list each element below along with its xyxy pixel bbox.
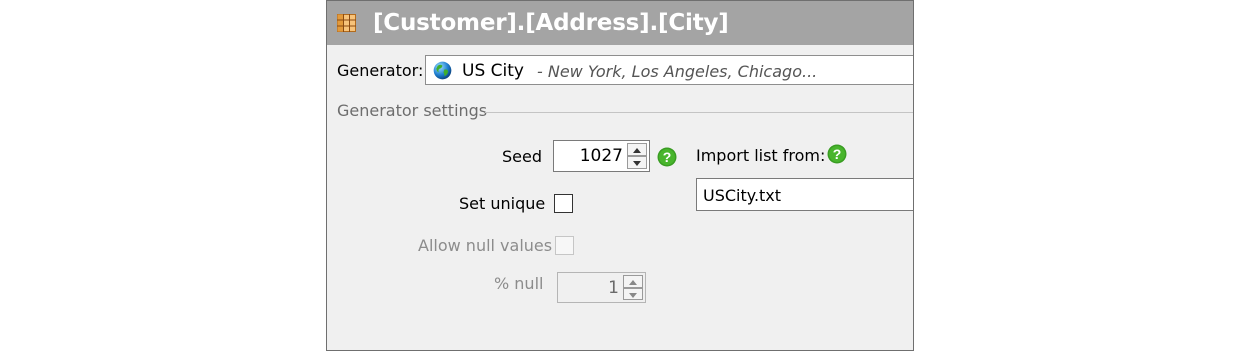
generator-name: US City: [462, 61, 524, 81]
generator-description: - New York, Los Angeles, Chicago...: [537, 62, 818, 81]
generator-label: Generator:: [337, 61, 424, 80]
import-file-value: USCity.txt: [703, 186, 782, 205]
percent-null-value: 1: [608, 278, 619, 298]
allow-null-label: Allow null values: [418, 236, 553, 255]
import-help-icon[interactable]: ?: [827, 144, 847, 164]
set-unique-checkbox[interactable]: [554, 194, 573, 213]
seed-label: Seed: [502, 147, 542, 166]
percent-null-label: % null: [494, 274, 544, 293]
allow-null-checkbox[interactable]: [555, 236, 574, 255]
import-file-field[interactable]: USCity.txt: [696, 178, 913, 211]
generator-select[interactable]: US City - New York, Los Angeles, Chicago…: [425, 55, 913, 85]
svg-text:?: ?: [663, 149, 672, 165]
seed-stepper[interactable]: 1027: [553, 140, 650, 172]
column-title: [Customer].[Address].[City]: [373, 10, 729, 36]
seed-increment-button[interactable]: [627, 143, 647, 156]
seed-help-icon[interactable]: ?: [657, 147, 677, 167]
import-list-label: Import list from:: [696, 146, 826, 165]
percent-null-stepper[interactable]: 1: [557, 272, 646, 303]
title-bar: [Customer].[Address].[City]: [327, 1, 913, 45]
percent-null-decrement-button[interactable]: [623, 287, 643, 300]
svg-text:?: ?: [833, 146, 842, 162]
table-grid-icon: [337, 14, 356, 32]
settings-section-label: Generator settings: [337, 101, 488, 120]
seed-value: 1027: [579, 146, 623, 166]
set-unique-label: Set unique: [459, 194, 546, 213]
generator-panel: [Customer].[Address].[City] Generator: U…: [326, 0, 914, 351]
section-divider: [485, 112, 913, 113]
seed-decrement-button[interactable]: [627, 156, 647, 169]
percent-null-increment-button[interactable]: [623, 275, 643, 288]
globe-icon: [433, 61, 452, 80]
